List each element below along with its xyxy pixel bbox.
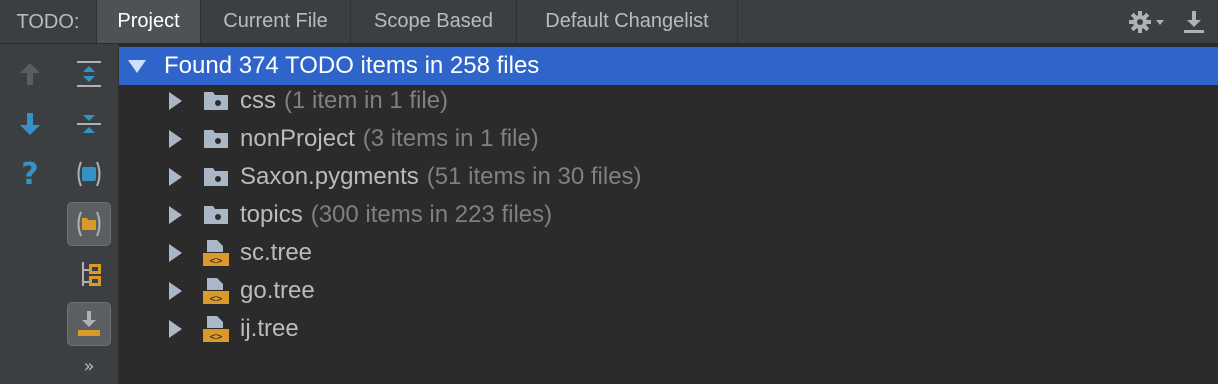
group-by-module-icon: [77, 211, 101, 237]
tree-row-css[interactable]: css (1 item in 1 file): [119, 82, 1218, 120]
tab-project[interactable]: Project: [96, 0, 200, 43]
collapsed-arrow-icon[interactable]: [169, 244, 182, 262]
chevron-down-icon: [1156, 20, 1164, 25]
tree-item-count: (51 items in 30 files): [426, 163, 642, 190]
collapsed-arrow-icon[interactable]: [169, 168, 182, 186]
svg-text:<>: <>: [209, 292, 223, 305]
folder-icon: [202, 164, 230, 190]
group-by-package-icon: [82, 262, 101, 286]
settings-button[interactable]: [1126, 8, 1170, 36]
xml-file-icon: <>: [202, 278, 230, 305]
folder-icon: [202, 126, 230, 152]
preview-button[interactable]: [67, 152, 111, 196]
folder-icon: [202, 202, 230, 228]
expand-all-icon: [77, 61, 101, 87]
tree-row-sc-tree[interactable]: <> sc.tree: [119, 234, 1218, 272]
previous-occurrence-button[interactable]: [8, 52, 52, 96]
tree-row-topics[interactable]: topics (300 items in 223 files): [119, 196, 1218, 234]
tree-root-label: Found 374 TODO items in 258 files: [164, 52, 540, 79]
tree-item-count: (300 items in 223 files): [310, 201, 553, 228]
collapsed-arrow-icon[interactable]: [169, 282, 182, 300]
tree-item-name: ij.tree: [240, 315, 299, 342]
more-actions-button[interactable]: »: [67, 348, 111, 384]
tree-row-saxon-pygments[interactable]: Saxon.pygments (51 items in 30 files): [119, 158, 1218, 196]
more-icon: »: [83, 355, 95, 377]
svg-text:<>: <>: [209, 330, 223, 343]
expanded-arrow-icon[interactable]: [128, 59, 146, 73]
collapse-all-button[interactable]: [67, 102, 111, 146]
gear-icon: [1129, 11, 1164, 33]
help-button[interactable]: ?: [8, 152, 52, 196]
collapsed-arrow-icon[interactable]: [169, 206, 182, 224]
next-occurrence-button[interactable]: [8, 102, 52, 146]
collapsed-arrow-icon[interactable]: [169, 130, 182, 148]
tab-scope-based[interactable]: Scope Based: [350, 0, 516, 43]
tab-default-changelist[interactable]: Default Changelist: [516, 0, 738, 43]
tree-item-name: sc.tree: [240, 239, 313, 266]
navigation-toolbar: ?: [0, 44, 60, 384]
xml-file-icon: <>: [202, 240, 230, 267]
group-by-module-button[interactable]: [67, 202, 111, 246]
tree-item-name: nonProject: [240, 125, 355, 152]
xml-file-icon: <>: [202, 316, 230, 343]
todo-label: TODO:: [16, 11, 80, 33]
tab-current-file[interactable]: Current File: [200, 0, 350, 43]
collapsed-arrow-icon[interactable]: [169, 320, 182, 338]
group-by-package-button[interactable]: [67, 252, 111, 296]
tree-row-nonproject[interactable]: nonProject (3 items in 1 file): [119, 120, 1218, 158]
tree-item-name: go.tree: [240, 277, 315, 304]
tree-item-name: css: [240, 87, 276, 114]
view-toolbar: »: [60, 44, 119, 384]
help-icon: ?: [21, 156, 39, 192]
expand-all-button[interactable]: [67, 52, 111, 96]
arrow-up-icon: [20, 63, 40, 85]
hide-panel-button[interactable]: [1180, 8, 1208, 36]
collapsed-arrow-icon[interactable]: [169, 92, 182, 110]
tree-item-name: Saxon.pygments: [240, 163, 419, 190]
tree-item-count: (3 items in 1 file): [362, 125, 539, 152]
todo-tab-bar: TODO: Project Current File Scope Based D…: [0, 0, 1218, 44]
tree-item-name: topics: [240, 201, 303, 228]
svg-text:<>: <>: [209, 254, 223, 267]
collapse-all-icon: [77, 115, 101, 133]
preview-icon: [77, 161, 101, 187]
tree-row-go-tree[interactable]: <> go.tree: [119, 272, 1218, 310]
autoscroll-icon: [78, 311, 100, 336]
arrow-down-icon: [20, 113, 40, 135]
tree-item-count: (1 item in 1 file): [284, 87, 449, 114]
folder-icon: [202, 88, 230, 114]
todo-tree: Found 374 TODO items in 258 files css (1…: [119, 44, 1218, 384]
hide-panel-icon: [1184, 11, 1204, 33]
tree-root-row[interactable]: Found 374 TODO items in 258 files: [119, 47, 1218, 85]
autoscroll-button[interactable]: [67, 302, 111, 346]
tree-row-ij-tree[interactable]: <> ij.tree: [119, 310, 1218, 348]
